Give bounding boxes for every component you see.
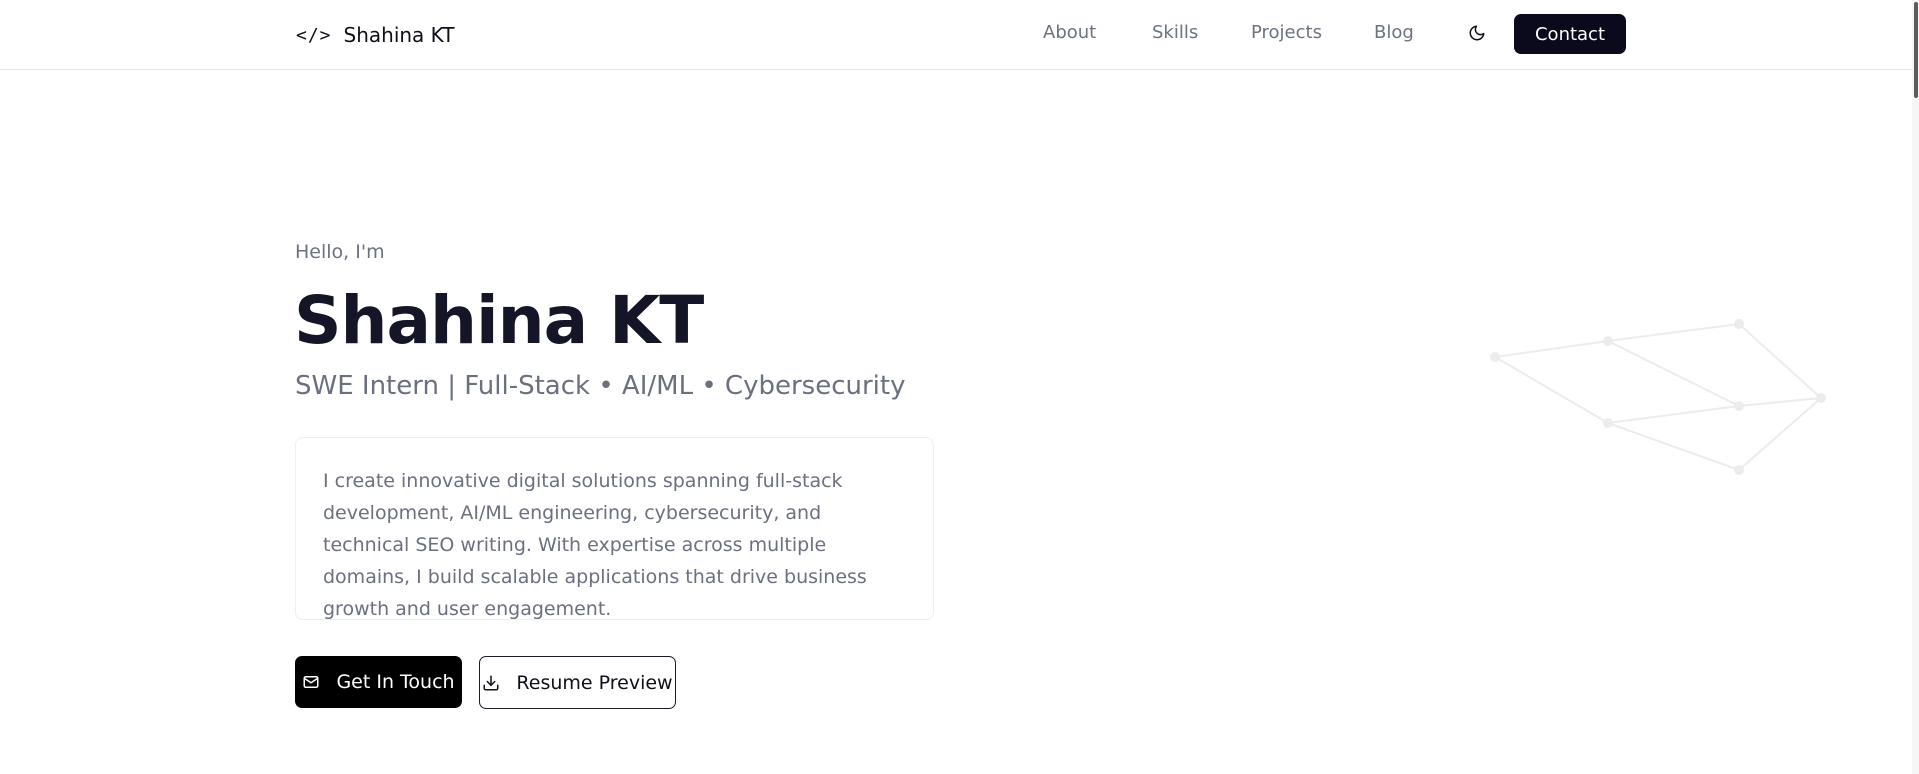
nav-about[interactable]: About xyxy=(1043,22,1096,48)
brand-logo[interactable]: </> Shahina KT xyxy=(296,22,454,48)
hero-greeting: Hello, I'm xyxy=(295,241,385,263)
moon-icon xyxy=(1469,25,1485,41)
nav-blog[interactable]: Blog xyxy=(1374,22,1414,48)
code-brackets-icon: </> xyxy=(296,24,332,46)
brand-name: Shahina KT xyxy=(343,23,455,47)
intro-card: I create innovative digital solutions sp… xyxy=(295,437,934,620)
download-icon xyxy=(482,674,500,692)
intro-text: I create innovative digital solutions sp… xyxy=(323,470,867,620)
resume-preview-label: Resume Preview xyxy=(516,671,673,694)
get-in-touch-label: Get In Touch xyxy=(336,671,455,693)
network-graph-decoration xyxy=(1490,319,1826,475)
theme-toggle-button[interactable] xyxy=(1464,20,1490,46)
contact-button[interactable]: Contact xyxy=(1514,14,1626,54)
hero-name: Shahina KT xyxy=(294,282,704,359)
portfolio-page: </> Shahina KT About Skills Projects Blo… xyxy=(0,0,1919,774)
get-in-touch-button[interactable]: Get In Touch xyxy=(295,656,462,708)
hero-role: SWE Intern | Full-Stack • AI/ML • Cybers… xyxy=(295,371,906,401)
mail-icon xyxy=(302,673,320,691)
resume-preview-button[interactable]: Resume Preview xyxy=(479,656,676,709)
scrollbar-thumb[interactable] xyxy=(1914,2,1918,98)
nav-projects[interactable]: Projects xyxy=(1251,22,1322,48)
scrollbar-track[interactable] xyxy=(1912,0,1919,774)
nav-skills[interactable]: Skills xyxy=(1152,22,1198,48)
site-header: </> Shahina KT About Skills Projects Blo… xyxy=(0,0,1912,70)
